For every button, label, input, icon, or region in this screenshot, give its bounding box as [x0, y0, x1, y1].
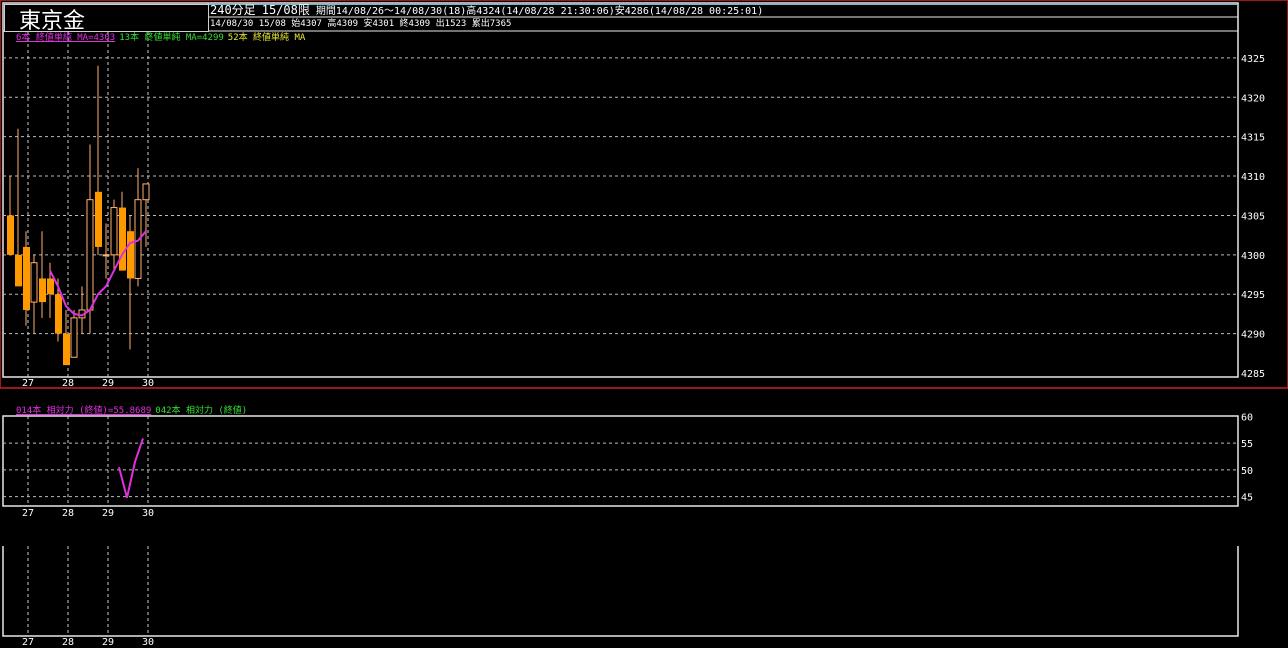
title-box: 東京金 [4, 4, 209, 34]
candle-body-up [70, 317, 78, 358]
legend-rsi14[interactable]: 014本 相対力 (終値)=55.8689 [16, 406, 151, 416]
legend-ma52[interactable]: 52本 終値単純 MA [228, 33, 306, 43]
price-tick-label: 4315 [1241, 133, 1265, 144]
main-legend: 6本 終値単純 MA=4303 13本 終値単純 MA=4299 52本 終値単純 … [16, 33, 309, 44]
price-tick-label: 4300 [1241, 251, 1265, 262]
price-tick-label: 4295 [1241, 290, 1265, 301]
day-tick-label: 29 [102, 508, 114, 519]
candle-body-down [119, 207, 126, 271]
legend-ma13[interactable]: 13本 終値単純 MA=4299 [119, 33, 224, 43]
osc-tick-label: 55 [1241, 439, 1253, 450]
contract-label: 15/08限 [261, 3, 310, 17]
price-tick-label: 4305 [1241, 211, 1265, 222]
day-tick-label: 30 [142, 637, 154, 648]
price-tick-label: 4290 [1241, 330, 1265, 341]
candle-body-down [95, 191, 102, 247]
page-title: 東京金 [19, 9, 86, 34]
candle-body-down [39, 278, 46, 303]
bar-info: 14/08/30 15/08 始4307 高4309 安4301 終4309 出… [210, 19, 512, 29]
osc-tick-label: 60 [1241, 412, 1253, 423]
legend-ma6[interactable]: 6本 終値単純 MA=4303 [16, 33, 115, 43]
legend-rsi42[interactable]: 042本 相対力 (終値) [155, 406, 247, 416]
timeframe-label: 240分足 [210, 3, 256, 17]
day-tick-label: 28 [62, 508, 74, 519]
candle-body-up [110, 207, 118, 256]
main-plot-area [2, 2, 1239, 378]
day-tick-label: 28 [62, 637, 74, 648]
candle-body-up [86, 199, 94, 311]
candle-body-down [47, 278, 54, 295]
header-info-line: 240分足 15/08限 期間14/08/26～14/08/30(18)高432… [210, 4, 763, 18]
chart-canvas: 4325 4320 4315 4310 4305 4300 4295 4290 4285 27 27… [0, 0, 1288, 648]
osc-tick-label: 50 [1241, 466, 1253, 477]
candle-body-down [127, 231, 134, 279]
day-tick-label: 27 [22, 637, 34, 648]
third-plot-area [2, 546, 1239, 637]
day-tick-label: 29 [102, 378, 114, 389]
candle-body-up [102, 254, 110, 257]
price-tick-label: 4325 [1241, 54, 1265, 65]
candle-body-down [63, 333, 70, 366]
osc-legend: 014本 相対力 (終値)=55.8689 042本 相対力 (終値) [16, 406, 251, 417]
candle-body-down [55, 294, 62, 334]
candle-body-down [15, 254, 22, 287]
period-info: 期間14/08/26～14/08/30(18)高4324(14/08/28 21… [315, 6, 764, 17]
rsi-line [118, 438, 144, 498]
candle-body-up [142, 183, 150, 201]
osc-tick-label: 45 [1241, 493, 1253, 504]
candle-body-down [7, 215, 14, 255]
day-tick-label: 28 [62, 378, 74, 389]
day-tick-label: 30 [142, 378, 154, 389]
oscillator-plot-area [2, 415, 1239, 507]
day-tick-label: 27 [22, 508, 34, 519]
price-tick-label: 4320 [1241, 93, 1265, 104]
day-tick-label: 27 [22, 378, 34, 389]
day-tick-label: 30 [142, 508, 154, 519]
day-tick-label: 29 [102, 637, 114, 648]
candle-body-up [30, 262, 38, 303]
price-tick-label: 4310 [1241, 172, 1265, 183]
candle-body-down [23, 246, 30, 310]
price-tick-label: 4285 [1241, 369, 1265, 380]
